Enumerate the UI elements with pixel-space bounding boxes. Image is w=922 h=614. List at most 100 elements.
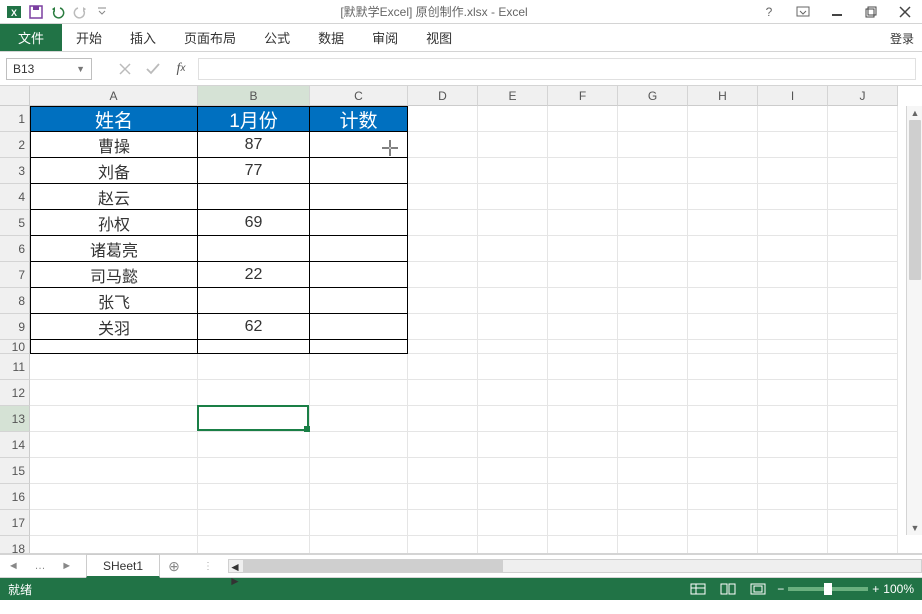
cell-J8[interactable] (828, 288, 898, 314)
tab-splitter-icon[interactable]: ⋮ (188, 561, 228, 572)
cell-A3[interactable]: 刘备 (30, 158, 198, 184)
login-link[interactable]: 登录 (890, 24, 914, 52)
cell-D17[interactable] (408, 510, 478, 536)
cell-F18[interactable] (548, 536, 618, 554)
row-header-7[interactable]: 7 (0, 262, 30, 288)
cell-J10[interactable] (828, 340, 898, 354)
cell-D15[interactable] (408, 458, 478, 484)
cell-H8[interactable] (688, 288, 758, 314)
cell-J9[interactable] (828, 314, 898, 340)
row-header-2[interactable]: 2 (0, 132, 30, 158)
cell-G16[interactable] (618, 484, 688, 510)
row-header-6[interactable]: 6 (0, 236, 30, 262)
cell-G9[interactable] (618, 314, 688, 340)
cell-C6[interactable] (310, 236, 408, 262)
cell-A7[interactable]: 司马懿 (30, 262, 198, 288)
cell-A16[interactable] (30, 484, 198, 510)
cell-B5[interactable]: 69 (198, 210, 310, 236)
cell-A2[interactable]: 曹操 (30, 132, 198, 158)
cell-D4[interactable] (408, 184, 478, 210)
tab-insert[interactable]: 插入 (116, 24, 170, 51)
row-header-1[interactable]: 1 (0, 106, 30, 132)
sheet-nav-next-icon[interactable]: ► (61, 560, 72, 572)
cell-C10[interactable] (310, 340, 408, 354)
cell-D6[interactable] (408, 236, 478, 262)
cell-H13[interactable] (688, 406, 758, 432)
cell-J14[interactable] (828, 432, 898, 458)
col-header-C[interactable]: C (310, 86, 408, 106)
row-header-10[interactable]: 10 (0, 340, 30, 354)
cell-H12[interactable] (688, 380, 758, 406)
cell-J15[interactable] (828, 458, 898, 484)
horizontal-scrollbar[interactable]: ◄ ► (228, 559, 922, 573)
cell-H7[interactable] (688, 262, 758, 288)
cell-H5[interactable] (688, 210, 758, 236)
col-header-I[interactable]: I (758, 86, 828, 106)
cell-D2[interactable] (408, 132, 478, 158)
cell-F14[interactable] (548, 432, 618, 458)
cell-D7[interactable] (408, 262, 478, 288)
col-header-A[interactable]: A (30, 86, 198, 106)
cell-E9[interactable] (478, 314, 548, 340)
cell-H9[interactable] (688, 314, 758, 340)
cell-I10[interactable] (758, 340, 828, 354)
ribbon-options-icon[interactable] (790, 2, 816, 22)
select-all-corner[interactable] (0, 86, 30, 106)
row-header-15[interactable]: 15 (0, 458, 30, 484)
cell-D9[interactable] (408, 314, 478, 340)
cell-G10[interactable] (618, 340, 688, 354)
cell-C15[interactable] (310, 458, 408, 484)
redo-icon[interactable] (70, 2, 90, 22)
cell-E3[interactable] (478, 158, 548, 184)
cell-B9[interactable]: 62 (198, 314, 310, 340)
cell-A14[interactable] (30, 432, 198, 458)
cell-F16[interactable] (548, 484, 618, 510)
cell-H2[interactable] (688, 132, 758, 158)
cell-C18[interactable] (310, 536, 408, 554)
cell-D16[interactable] (408, 484, 478, 510)
cell-B4[interactable] (198, 184, 310, 210)
cell-I8[interactable] (758, 288, 828, 314)
cell-J1[interactable] (828, 106, 898, 132)
cell-F10[interactable] (548, 340, 618, 354)
cell-D1[interactable] (408, 106, 478, 132)
row-header-13[interactable]: 13 (0, 406, 30, 432)
cell-A15[interactable] (30, 458, 198, 484)
cell-E12[interactable] (478, 380, 548, 406)
tab-review[interactable]: 审阅 (358, 24, 412, 51)
tab-pagelayout[interactable]: 页面布局 (170, 24, 250, 51)
cell-G18[interactable] (618, 536, 688, 554)
cell-B15[interactable] (198, 458, 310, 484)
cell-A10[interactable] (30, 340, 198, 354)
col-header-D[interactable]: D (408, 86, 478, 106)
cell-F13[interactable] (548, 406, 618, 432)
cell-E17[interactable] (478, 510, 548, 536)
col-header-B[interactable]: B (198, 86, 310, 106)
cell-I12[interactable] (758, 380, 828, 406)
cell-H16[interactable] (688, 484, 758, 510)
cell-G1[interactable] (618, 106, 688, 132)
cell-F6[interactable] (548, 236, 618, 262)
cell-B3[interactable]: 77 (198, 158, 310, 184)
cell-F2[interactable] (548, 132, 618, 158)
cell-A6[interactable]: 诸葛亮 (30, 236, 198, 262)
restore-icon[interactable] (858, 2, 884, 22)
cell-I2[interactable] (758, 132, 828, 158)
tab-file[interactable]: 文件 (0, 24, 62, 51)
cell-I15[interactable] (758, 458, 828, 484)
cell-C16[interactable] (310, 484, 408, 510)
cell-I4[interactable] (758, 184, 828, 210)
cell-E2[interactable] (478, 132, 548, 158)
close-icon[interactable] (892, 2, 918, 22)
sheet-nav-menu-icon[interactable]: … (34, 560, 45, 572)
name-box[interactable]: B13 ▼ (6, 58, 92, 80)
cell-J6[interactable] (828, 236, 898, 262)
cell-G12[interactable] (618, 380, 688, 406)
cell-G13[interactable] (618, 406, 688, 432)
cell-B16[interactable] (198, 484, 310, 510)
cell-E4[interactable] (478, 184, 548, 210)
row-header-18[interactable]: 18 (0, 536, 30, 554)
cell-E13[interactable] (478, 406, 548, 432)
cell-J17[interactable] (828, 510, 898, 536)
cell-I3[interactable] (758, 158, 828, 184)
